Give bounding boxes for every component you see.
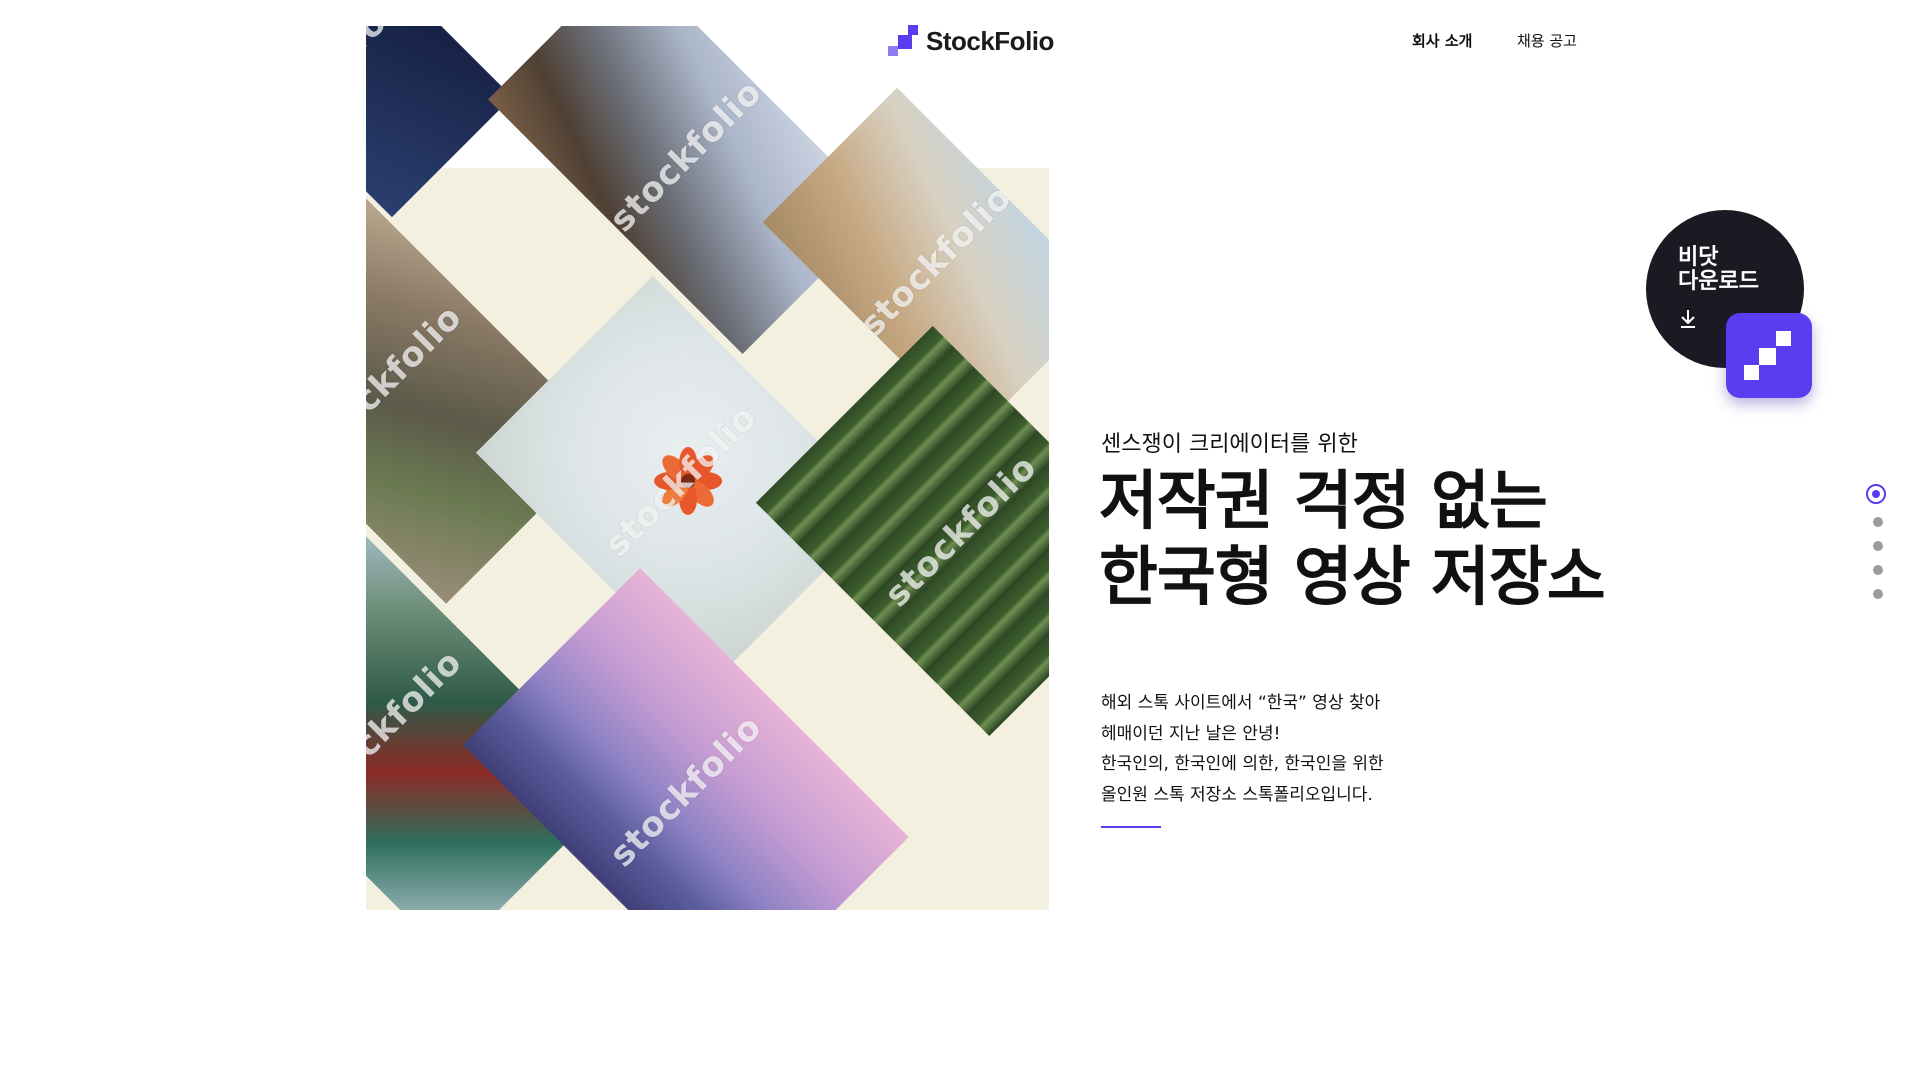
- photo-collage: stockfolio stockfolio stockfolio stockfo…: [366, 26, 1049, 910]
- watermark: stockfolio: [597, 397, 765, 565]
- pager-dot-1[interactable]: [1866, 484, 1886, 504]
- watermark: stockfolio: [366, 642, 470, 810]
- pager-dot-5[interactable]: [1873, 589, 1883, 599]
- download-icon: [1681, 310, 1695, 328]
- download-badge-line: 비닷: [1678, 245, 1719, 270]
- watermark: stockfolio: [877, 447, 1045, 615]
- watermark: stockfolio: [602, 72, 770, 240]
- watermark: stockfolio: [602, 707, 770, 875]
- nav-link-careers[interactable]: 채용 공고: [1517, 30, 1577, 51]
- hero-subtitle: 센스쟁이 크리에이터를 위한: [1101, 432, 1358, 457]
- nav-link-about[interactable]: 회사 소개: [1412, 30, 1472, 51]
- app-logo-icon[interactable]: [1726, 313, 1812, 398]
- hero-headline: 저작권 걱정 없는 한국형 영상 저장소: [1099, 464, 1606, 616]
- description-line: 해외 스톡 사이트에서 “한국” 영상 찾아: [1101, 693, 1381, 713]
- pager-dot-4[interactable]: [1873, 565, 1883, 575]
- hero-description: 해외 스톡 사이트에서 “한국” 영상 찾아 헤매이던 지난 날은 안녕! 한국…: [1101, 688, 1384, 810]
- brand-logo[interactable]: StockFolio: [888, 24, 1054, 58]
- brand-name: StockFolio: [926, 25, 1054, 56]
- headline-line: 저작권 걱정 없는: [1099, 465, 1548, 539]
- watermark: stockfolio: [852, 177, 1020, 345]
- logo-mark-icon: [888, 25, 920, 57]
- watermark: stockfolio: [366, 297, 470, 465]
- description-line: 헤매이던 지난 날은 안녕!: [1101, 723, 1281, 744]
- headline-line: 한국형 영상 저장소: [1099, 541, 1606, 615]
- watermark: stockfolio: [366, 26, 430, 135]
- pager-dot-2[interactable]: [1873, 517, 1883, 527]
- download-badge-line: 다운로드: [1678, 269, 1759, 294]
- accent-divider: [1101, 826, 1161, 828]
- description-line: 한국인의, 한국인에 의한, 한국인을 위한: [1101, 754, 1384, 774]
- download-badge-label: 비닷 다운로드: [1678, 246, 1759, 294]
- description-line: 올인원 스톡 저장소 스톡폴리오입니다.: [1101, 784, 1373, 805]
- pager-dot-3[interactable]: [1873, 541, 1883, 551]
